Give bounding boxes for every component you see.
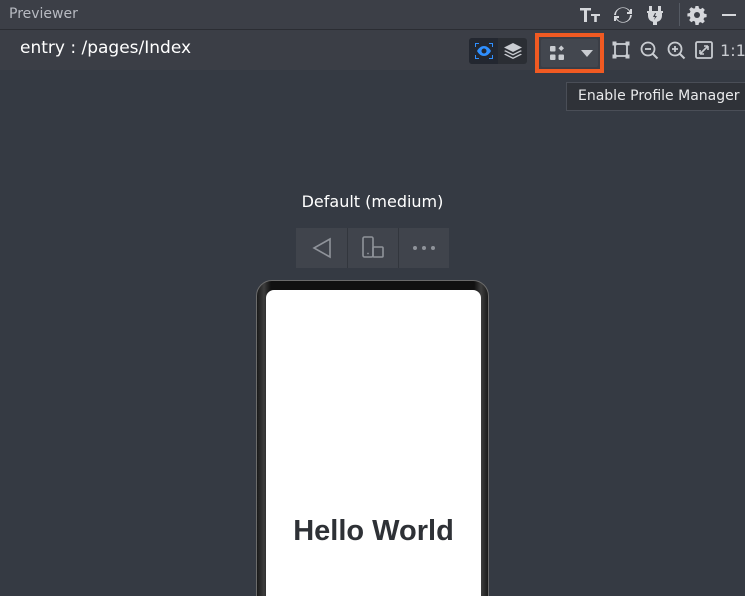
- rotate-device-icon[interactable]: [347, 228, 398, 268]
- page-path: entry : /pages/Index: [20, 38, 192, 58]
- minimize-icon[interactable]: [717, 3, 741, 27]
- device-frame: Hello World: [256, 280, 489, 596]
- title-bar: Previewer: [0, 0, 745, 30]
- gear-icon[interactable]: [685, 3, 709, 27]
- view-toggle-group: [469, 38, 527, 64]
- zoom-in-icon[interactable]: [665, 39, 687, 61]
- chevron-down-icon[interactable]: [580, 48, 594, 58]
- previewer-toolbar: entry : /pages/Index 1:1: [0, 30, 745, 70]
- fullscreen-icon[interactable]: [693, 39, 715, 61]
- fit-frame-icon[interactable]: [610, 39, 632, 61]
- more-icon[interactable]: [398, 228, 449, 268]
- device-profile-label: Default (medium): [301, 192, 444, 211]
- layers-icon[interactable]: [498, 38, 527, 64]
- device-screen[interactable]: Hello World: [266, 290, 481, 596]
- hello-world-text: Hello World: [293, 515, 454, 547]
- tooltip: Enable Profile Manager: [566, 82, 745, 111]
- device-controls: [296, 228, 449, 268]
- font-size-icon[interactable]: [578, 3, 602, 27]
- toolbar-divider: [679, 3, 680, 26]
- plug-icon[interactable]: [643, 3, 667, 27]
- zoom-out-icon[interactable]: [638, 39, 660, 61]
- eye-icon[interactable]: [469, 38, 498, 64]
- grid-icon[interactable]: [548, 44, 566, 62]
- zoom-reset-button[interactable]: 1:1: [720, 39, 745, 61]
- profile-manager-highlight: [535, 33, 604, 73]
- refresh-icon[interactable]: [611, 3, 635, 27]
- back-icon[interactable]: [296, 228, 347, 268]
- profile-manager-button[interactable]: [541, 39, 598, 67]
- window-title: Previewer: [9, 6, 78, 22]
